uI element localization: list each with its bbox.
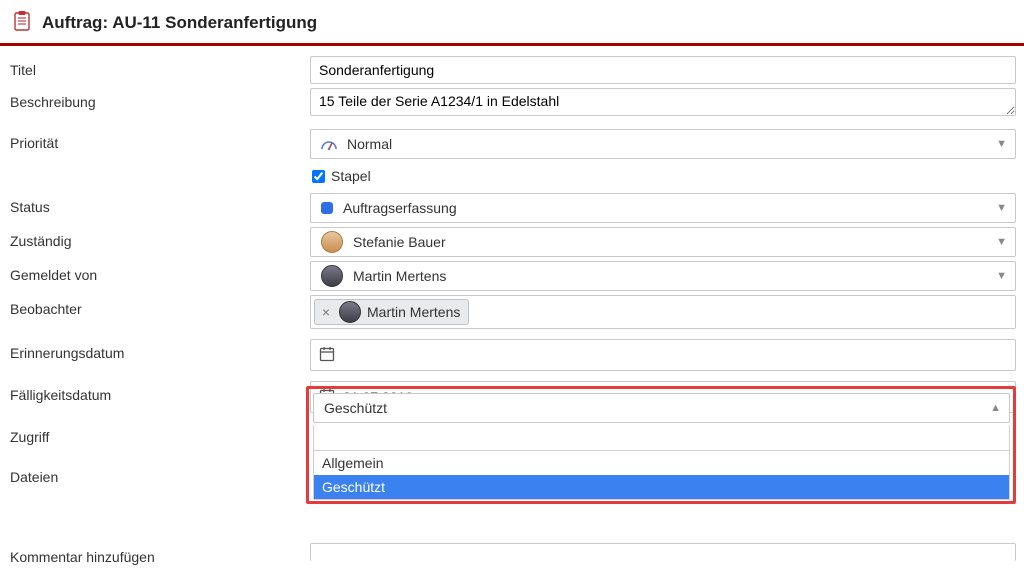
status-value: Auftragserfassung bbox=[343, 200, 457, 216]
clipboard-icon bbox=[12, 10, 32, 35]
gauge-icon bbox=[321, 138, 337, 150]
close-icon[interactable]: × bbox=[319, 304, 333, 320]
beobachter-chip-label: Martin Mertens bbox=[367, 304, 460, 320]
label-prioritaet: Priorität bbox=[10, 129, 310, 151]
titel-input[interactable] bbox=[310, 56, 1016, 84]
kommentar-input[interactable] bbox=[310, 543, 1016, 561]
beobachter-chip: × Martin Mertens bbox=[314, 299, 469, 325]
label-zugriff: Zugriff bbox=[10, 423, 310, 445]
zugriff-search[interactable] bbox=[313, 425, 1010, 451]
status-select[interactable]: Auftragserfassung ▼ bbox=[310, 193, 1016, 223]
label-kommentar: Kommentar hinzufügen bbox=[10, 543, 310, 565]
stapel-checkbox-wrap[interactable]: Stapel bbox=[310, 163, 1016, 189]
zugriff-search-input[interactable] bbox=[314, 425, 1009, 450]
label-beschreibung: Beschreibung bbox=[10, 88, 310, 110]
prioritaet-value: Normal bbox=[347, 136, 392, 152]
label-titel: Titel bbox=[10, 56, 310, 78]
chevron-down-icon: ▼ bbox=[996, 270, 1007, 282]
avatar bbox=[321, 231, 343, 253]
zugriff-select-trigger[interactable]: Geschützt ▲ bbox=[313, 393, 1010, 423]
status-color-icon bbox=[321, 202, 333, 214]
label-dateien: Dateien bbox=[10, 463, 310, 485]
label-status: Status bbox=[10, 193, 310, 215]
stapel-checkbox[interactable] bbox=[312, 170, 325, 183]
zugriff-option-geschuetzt[interactable]: Geschützt bbox=[314, 475, 1009, 499]
beobachter-multiselect[interactable]: × Martin Mertens bbox=[310, 295, 1016, 329]
chevron-down-icon: ▼ bbox=[996, 236, 1007, 248]
label-erinnerungsdatum: Erinnerungsdatum bbox=[10, 339, 310, 361]
prioritaet-select[interactable]: Normal ▼ bbox=[310, 129, 1016, 159]
label-beobachter: Beobachter bbox=[10, 295, 310, 317]
stapel-label: Stapel bbox=[331, 168, 371, 184]
chevron-up-icon: ▲ bbox=[990, 402, 1001, 414]
page-header: Auftrag: AU-11 Sonderanfertigung bbox=[0, 0, 1024, 46]
label-gemeldet-von: Gemeldet von bbox=[10, 261, 310, 283]
zugriff-option-list: Allgemein Geschützt bbox=[313, 451, 1010, 500]
zugriff-option-allgemein[interactable]: Allgemein bbox=[314, 451, 1009, 475]
chevron-down-icon: ▼ bbox=[996, 202, 1007, 214]
gemeldet-von-value: Martin Mertens bbox=[353, 268, 446, 284]
gemeldet-von-select[interactable]: Martin Mertens ▼ bbox=[310, 261, 1016, 291]
zustaendig-select[interactable]: Stefanie Bauer ▼ bbox=[310, 227, 1016, 257]
beschreibung-textarea[interactable]: 15 Teile der Serie A1234/1 in Edelstahl bbox=[310, 88, 1016, 116]
calendar-icon bbox=[319, 346, 335, 365]
chevron-down-icon: ▼ bbox=[996, 138, 1007, 150]
page-title: Auftrag: AU-11 Sonderanfertigung bbox=[42, 13, 317, 33]
zugriff-combobox: Geschützt ▲ Allgemein Geschützt bbox=[313, 393, 1010, 500]
label-faelligkeitsdatum: Fälligkeitsdatum bbox=[10, 381, 310, 403]
erinnerungsdatum-input[interactable] bbox=[310, 339, 1016, 371]
zustaendig-value: Stefanie Bauer bbox=[353, 234, 446, 250]
zugriff-selected-value: Geschützt bbox=[324, 400, 387, 416]
label-zustaendig: Zuständig bbox=[10, 227, 310, 249]
avatar bbox=[339, 301, 361, 323]
avatar bbox=[321, 265, 343, 287]
